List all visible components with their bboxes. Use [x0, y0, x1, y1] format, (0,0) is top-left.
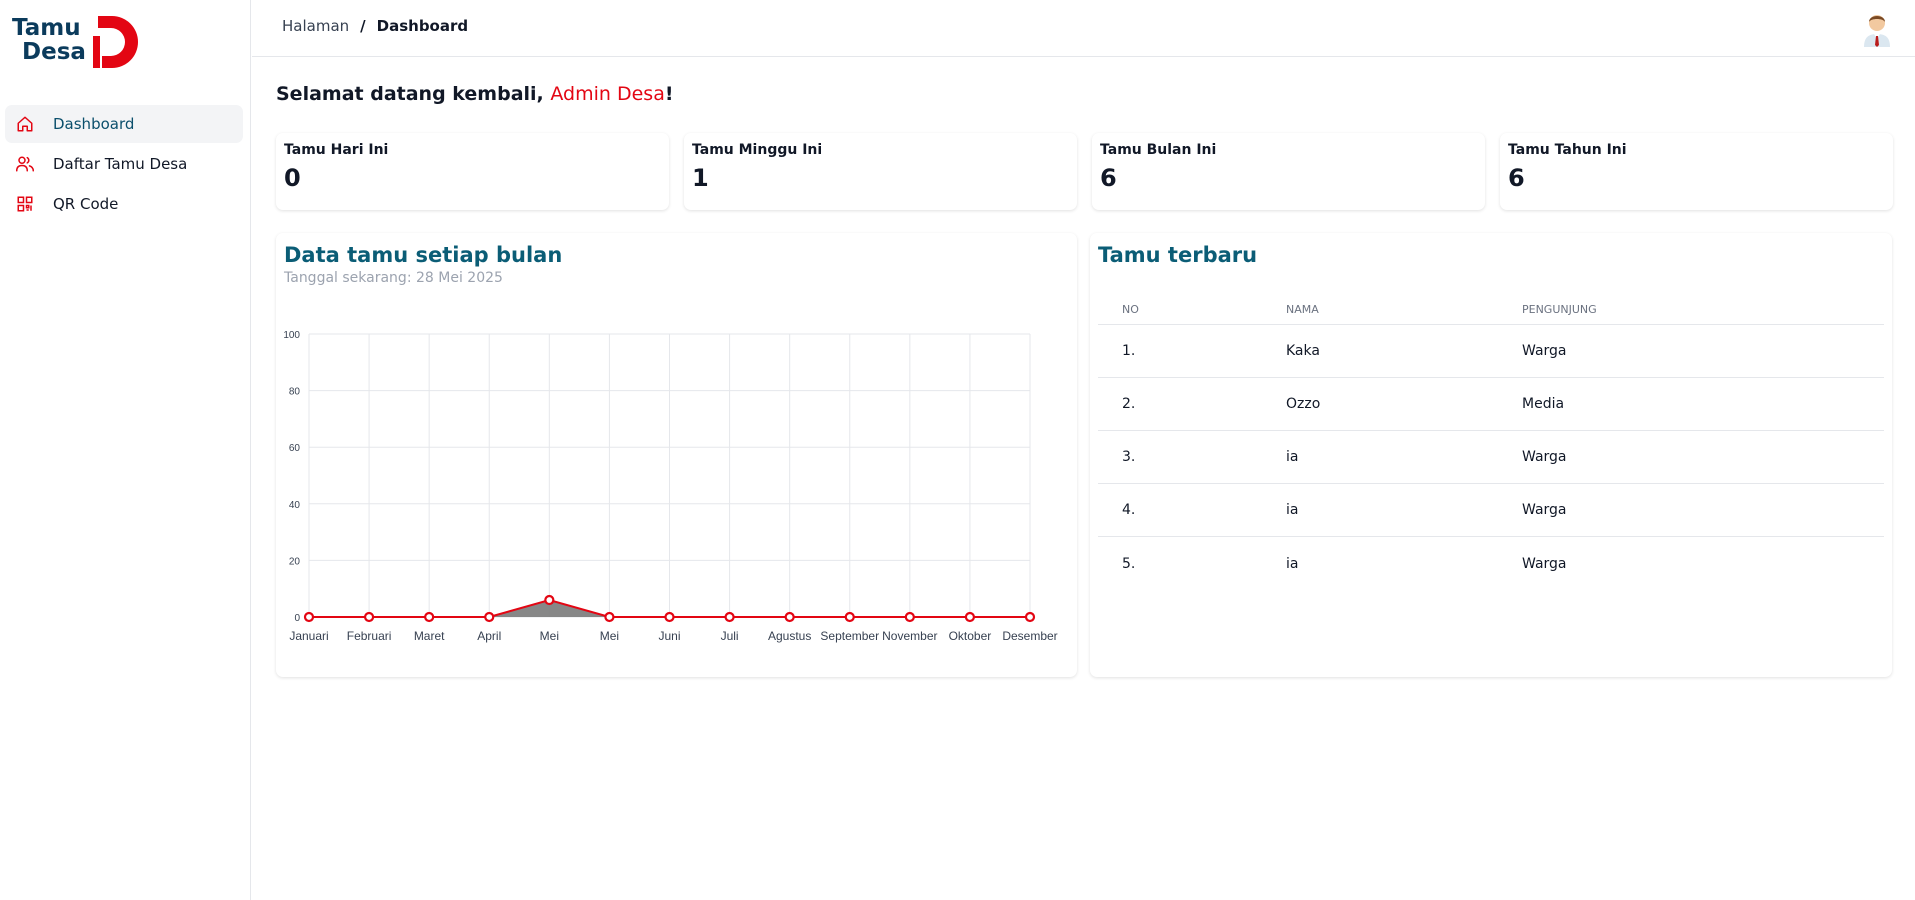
cell-no: 4.: [1122, 502, 1136, 518]
cell-no: 1.: [1122, 343, 1136, 359]
monthly-guest-chart[interactable]: 0 20 40 60 80 100 Januari Februari Maret April Mei…: [276, 233, 1077, 677]
y-tick-label: 60: [289, 443, 301, 454]
y-tick-label: 80: [289, 387, 301, 398]
y-tick-label: 100: [283, 330, 300, 341]
users-icon: [15, 154, 35, 174]
sidebar-item-qr-code[interactable]: QR Code: [5, 185, 243, 223]
table-row: 3. ia Warga: [1098, 431, 1884, 484]
x-tick-label: Agustus: [768, 629, 811, 643]
data-point: [363, 611, 375, 623]
brand-line-2: Desa: [22, 39, 86, 65]
sidebar-item-daftar-tamu[interactable]: Daftar Tamu Desa: [5, 145, 243, 183]
column-header-nama: NAMA: [1286, 303, 1319, 316]
sidebar-nav: Dashboard Daftar Tamu Desa QR Code: [5, 105, 243, 225]
data-point: [904, 611, 915, 623]
data-point: [604, 611, 615, 623]
table-card-title: Tamu terbaru: [1098, 243, 1258, 267]
cell-pengunjung: Warga: [1522, 502, 1567, 518]
stat-value: 1: [692, 164, 709, 192]
data-point: [964, 611, 976, 623]
cell-nama: Kaka: [1286, 343, 1320, 359]
data-point: [784, 611, 795, 623]
stat-card-tahun-ini: Tamu Tahun Ini 6: [1500, 133, 1893, 210]
breadcrumb-current: Dashboard: [376, 17, 469, 35]
stat-value: 0: [284, 164, 301, 192]
x-tick-label: November: [882, 629, 937, 643]
stat-value: 6: [1100, 164, 1117, 192]
cell-nama: ia: [1286, 555, 1299, 572]
qr-code-icon: [15, 194, 35, 214]
sidebar-item-label: QR Code: [53, 195, 119, 213]
stat-label: Tamu Hari Ini: [284, 142, 389, 158]
top-bar: Halaman / Dashboard: [252, 0, 1915, 57]
cell-pengunjung: Warga: [1522, 449, 1567, 465]
welcome-heading: Selamat datang kembali, Admin Desa!: [276, 83, 674, 105]
cell-no: 5.: [1122, 555, 1136, 572]
data-point: [1024, 611, 1036, 623]
x-tick-label: Juli: [721, 629, 739, 643]
latest-guests-table: NO NAMA PENGUNJUNG 1. Kaka Warga 2. Ozzo…: [1098, 295, 1884, 590]
stat-label: Tamu Minggu Ini: [692, 142, 823, 158]
breadcrumb: Halaman / Dashboard: [282, 17, 468, 35]
welcome-prefix: Selamat datang kembali,: [276, 83, 551, 105]
brand-line-1: Tamu: [12, 15, 81, 41]
latest-guests-card: Tamu terbaru NO NAMA PENGUNJUNG 1. Kaka …: [1090, 233, 1892, 677]
data-point: [664, 611, 675, 623]
column-header-no: NO: [1122, 303, 1139, 316]
stat-label: Tamu Bulan Ini: [1100, 142, 1217, 158]
column-header-pengunjung: PENGUNJUNG: [1522, 303, 1597, 316]
cell-pengunjung: Warga: [1522, 555, 1567, 572]
data-point: [724, 611, 735, 623]
data-point: [484, 611, 495, 623]
cell-pengunjung: Warga: [1522, 343, 1567, 359]
y-tick-label: 40: [289, 500, 301, 511]
brand-name: Tamu Desa: [12, 16, 86, 64]
sidebar-item-dashboard[interactable]: Dashboard: [5, 105, 243, 143]
stat-label: Tamu Tahun Ini: [1508, 142, 1627, 158]
user-avatar-icon[interactable]: [1861, 9, 1893, 47]
brand-logo[interactable]: Tamu Desa: [12, 16, 142, 72]
data-point: [544, 594, 555, 606]
stat-card-hari-ini: Tamu Hari Ini 0: [276, 133, 669, 210]
x-tick-label: September: [820, 629, 879, 643]
monthly-guest-chart-card: Data tamu setiap bulan Tanggal sekarang:…: [276, 233, 1077, 677]
table-header: NO NAMA PENGUNJUNG: [1098, 295, 1884, 325]
sidebar: Tamu Desa Dashboard Daftar Tamu Desa QR …: [0, 0, 251, 900]
breadcrumb-separator: /: [360, 17, 366, 35]
cell-nama: Ozzo: [1286, 396, 1321, 412]
x-tick-label: April: [477, 629, 501, 643]
cell-no: 3.: [1122, 449, 1136, 465]
stat-card-minggu-ini: Tamu Minggu Ini 1: [684, 133, 1077, 210]
x-tick-label: Oktober: [949, 629, 992, 643]
y-tick-label: 0: [294, 613, 300, 624]
stat-card-bulan-ini: Tamu Bulan Ini 6: [1092, 133, 1485, 210]
welcome-suffix: !: [664, 83, 674, 105]
table-row: 4. ia Warga: [1098, 484, 1884, 537]
table-row: 5. ia Warga: [1098, 537, 1884, 590]
cell-nama: ia: [1286, 449, 1299, 465]
x-tick-label: Juni: [658, 629, 680, 643]
cell-pengunjung: Media: [1522, 396, 1565, 412]
data-point: [424, 611, 435, 623]
breadcrumb-root[interactable]: Halaman: [282, 17, 349, 35]
sidebar-item-label: Dashboard: [53, 115, 135, 133]
cell-nama: ia: [1286, 502, 1299, 518]
x-tick-label: Maret: [414, 629, 445, 643]
home-icon: [15, 114, 35, 134]
welcome-user-name: Admin Desa: [550, 83, 665, 105]
x-tick-label: Desember: [1002, 629, 1057, 643]
x-tick-label: Mei: [540, 629, 559, 643]
y-tick-label: 20: [289, 556, 301, 567]
data-point: [844, 611, 855, 623]
sidebar-item-label: Daftar Tamu Desa: [53, 155, 188, 173]
table-row: 2. Ozzo Media: [1098, 378, 1884, 431]
cell-no: 2.: [1122, 396, 1136, 412]
stat-value: 6: [1508, 164, 1525, 192]
x-tick-label: Februari: [347, 629, 392, 643]
table-row: 1. Kaka Warga: [1098, 325, 1884, 378]
data-point: [303, 611, 315, 623]
x-tick-label: Januari: [289, 629, 328, 643]
brand-mark-icon: [93, 16, 138, 68]
x-tick-label: Mei: [600, 629, 619, 643]
